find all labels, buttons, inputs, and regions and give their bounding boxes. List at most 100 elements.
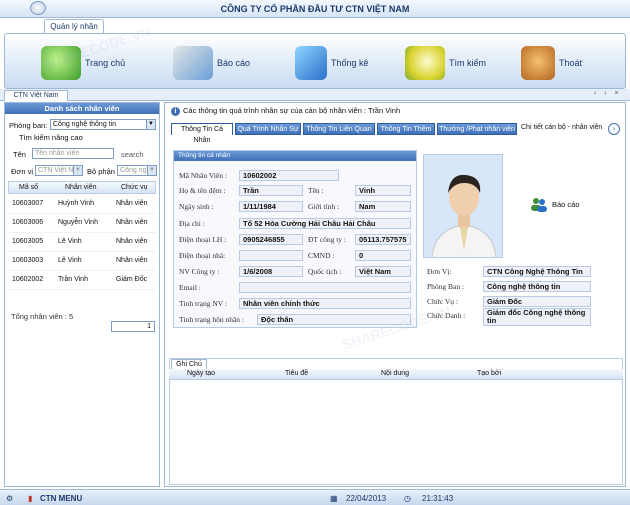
unit-label: Đơn vị — [11, 167, 34, 176]
company-phone-field[interactable]: 05113.757575 — [355, 234, 411, 245]
given-name-label: Tên : — [308, 186, 324, 195]
table-row[interactable]: 10603006 Nguyễn Vinh Nhân viên — [8, 214, 156, 233]
document-tab[interactable]: CTN Việt Nam — [4, 90, 68, 101]
unit-field[interactable]: CTN Công Nghệ Thông Tin — [483, 266, 591, 277]
home-phone-field[interactable] — [239, 250, 303, 261]
search-icon — [405, 46, 445, 80]
address-label: Địa chỉ : — [179, 219, 205, 228]
gender-field[interactable]: Nam — [355, 201, 411, 212]
email-label: Email : — [179, 283, 201, 292]
row-name: Nguyễn Vinh — [58, 219, 98, 226]
row-position: Giám Đốc — [116, 276, 148, 283]
tab-notes[interactable]: Ghi Chú — [171, 359, 207, 369]
navigate-next-icon[interactable]: › — [608, 123, 620, 135]
notes-grid-header: Ngày tạo Tiêu đề Nội dung Tạo bởi — [169, 369, 623, 380]
name-label: Tên — [13, 150, 26, 159]
title-bar: CÔNG TY CỔ PHẦN ĐẦU TƯ CTN VIỆT NAM — [0, 0, 630, 18]
search-button[interactable]: search — [121, 150, 144, 159]
users-icon — [531, 198, 547, 212]
column-header-name[interactable]: Nhân viên — [65, 184, 97, 191]
advanced-search-label: Tìm kiếm nâng cao — [19, 133, 83, 142]
name-search-input[interactable]: Tên nhân viên — [32, 148, 114, 159]
table-row[interactable]: 10602002 Trần Vinh Giám Đốc — [8, 271, 156, 290]
surname-label: Họ & tên đệm : — [179, 186, 226, 195]
chart-icon: ▮ — [28, 494, 33, 503]
row-position: Nhân viên — [116, 238, 148, 245]
department-select-value: Công nghệ thông tin — [53, 121, 117, 128]
department-field[interactable]: Công nghệ thông tin — [483, 281, 591, 292]
table-row[interactable]: 10603005 Lê Vinh Nhân viên — [8, 233, 156, 252]
column-header-created-by[interactable]: Tạo bởi — [477, 370, 501, 377]
email-field[interactable] — [239, 282, 411, 293]
tab-extra-info[interactable]: Thông Tin Thêm — [377, 123, 435, 135]
row-id: 10603003 — [12, 257, 44, 264]
chevron-down-icon: ▼ — [73, 166, 82, 175]
detail-section-title: Chi tiết cán bộ - nhân viên — [521, 124, 603, 131]
address-field[interactable]: Tổ 52 Hòa Cường Hải Châu Hải Châu — [239, 218, 411, 229]
employee-grid-header: Mã số Nhân viên Chức vụ — [8, 181, 156, 194]
calendar-icon: ▦ — [330, 494, 338, 503]
clock-icon: ◷ — [404, 494, 411, 503]
report-button[interactable]: Báo cáo — [173, 42, 250, 84]
tab-nav-controls[interactable]: ‹ › × — [594, 90, 622, 97]
exit-button[interactable]: Thoát — [521, 42, 582, 84]
phone-field[interactable]: 0905246855 — [239, 234, 303, 245]
person-portrait-icon — [424, 155, 502, 257]
row-name: Lê Vinh — [58, 238, 82, 245]
surname-field[interactable]: Trần — [239, 185, 303, 196]
row-name: Huỳnh Vinh — [58, 200, 95, 207]
dept-select[interactable]: Công nghệ ▼ — [117, 165, 157, 176]
table-row[interactable]: 10603003 Lê Vinh Nhân viên — [8, 252, 156, 271]
column-header-position[interactable]: Chức vụ — [121, 184, 147, 191]
id-card-field[interactable]: 0 — [355, 250, 411, 261]
given-name-field[interactable]: Vinh — [355, 185, 411, 196]
row-position: Nhân viên — [116, 257, 148, 264]
column-header-content[interactable]: Nội dung — [381, 370, 409, 377]
report-user-button[interactable]: Báo cáo — [530, 196, 580, 212]
start-date-field[interactable]: 1/6/2008 — [239, 266, 303, 277]
employee-id-field[interactable]: 10602002 — [239, 170, 339, 181]
home-phone-label: Điện thoại nhà: — [179, 251, 226, 260]
table-row[interactable]: 10603007 Huỳnh Vinh Nhân viên — [8, 195, 156, 214]
column-header-title[interactable]: Tiêu đề — [285, 370, 308, 377]
ribbon-tab-hr[interactable]: Quản lý nhân sự — [44, 19, 104, 44]
settings-icon[interactable]: ⚙ — [6, 494, 13, 503]
employee-list-title: Danh sách nhân viên — [5, 103, 159, 114]
search-button-ribbon[interactable]: Tìm kiếm — [405, 42, 486, 84]
nationality-field[interactable]: Việt Nam — [355, 266, 411, 277]
tab-related-info[interactable]: Thông Tin Liên Quan — [303, 123, 375, 135]
chevron-down-icon: ▼ — [147, 166, 156, 175]
gender-label: Giới tính : — [308, 202, 340, 211]
employment-status-label: Tình trạng NV : — [179, 299, 227, 308]
app-menu-icon[interactable] — [30, 1, 46, 15]
dept-label: Bộ phận — [87, 167, 115, 176]
unit-label: Đơn Vị: — [427, 267, 452, 276]
job-title-field[interactable]: Giám đốc Công nghệ thông tin — [483, 308, 591, 326]
unit-select[interactable]: CTN Việt Nam ▼ — [35, 165, 83, 176]
page-number-input[interactable]: 1 — [111, 321, 155, 332]
tab-personal-info[interactable]: Thông Tin Cá Nhân — [171, 123, 233, 144]
id-card-label: CMND : — [308, 251, 335, 260]
personal-info-title: Thông tin cá nhân — [174, 151, 416, 161]
employee-detail-panel: i Các thông tin quá trình nhân sự của cán… — [164, 102, 626, 487]
statistics-button[interactable]: Thống kê — [295, 42, 369, 84]
chevron-down-icon: ▼ — [146, 120, 155, 129]
tab-hr-history[interactable]: Quá Trình Nhân Sự — [235, 123, 301, 135]
employee-id-label: Mã Nhân Viên : — [179, 171, 227, 180]
column-header-id[interactable]: Mã số — [19, 184, 38, 191]
exit-icon — [521, 46, 555, 80]
department-label: Phòng Ban : — [427, 282, 465, 291]
document-tab-strip — [0, 89, 630, 101]
employee-photo — [423, 154, 503, 258]
report-button-label: Báo cáo — [217, 58, 251, 68]
dob-field[interactable]: 1/11/1984 — [239, 201, 303, 212]
nationality-label: Quốc tịch : — [308, 267, 342, 276]
department-select[interactable]: Công nghệ thông tin ▼ — [50, 119, 156, 130]
menu-button[interactable]: CTN MENU — [40, 494, 82, 503]
column-header-created-date[interactable]: Ngày tạo — [187, 370, 215, 377]
position-field[interactable]: Giám Đốc — [483, 296, 591, 307]
employment-status-field[interactable]: Nhân viên chính thức — [239, 298, 411, 309]
date-display: 22/04/2013 — [346, 494, 387, 503]
row-id: 10603006 — [12, 219, 44, 226]
tab-rewards-penalties[interactable]: Thưởng /Phạt nhân viên — [437, 123, 517, 135]
